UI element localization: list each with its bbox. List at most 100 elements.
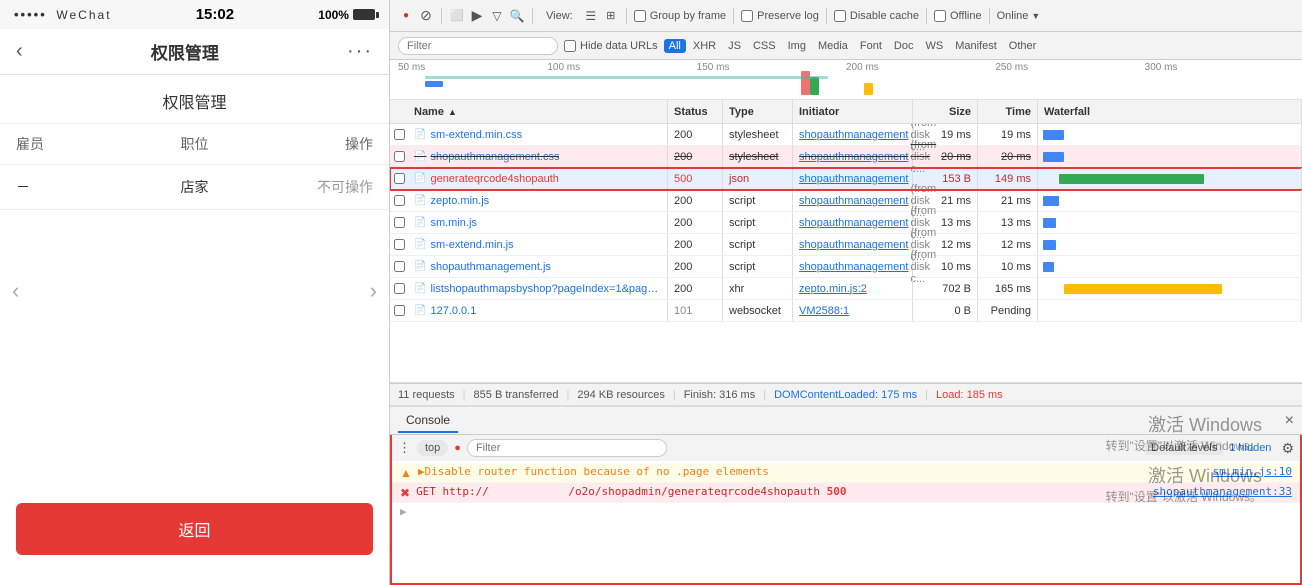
console-settings-icon[interactable]: ⚙ <box>1281 440 1294 457</box>
back-button[interactable]: 返回 <box>16 503 373 555</box>
filter-type-media[interactable]: Media <box>813 39 853 53</box>
row-checkbox[interactable] <box>394 173 405 184</box>
group-by-frame-label[interactable]: Group by frame <box>634 10 726 22</box>
row-initiator: shopauthmanagement (from disk c... <box>793 212 913 233</box>
row-time: 12 ms <box>978 234 1038 255</box>
sort-arrow: ▲ <box>448 107 457 117</box>
filter-input[interactable] <box>398 37 558 55</box>
row-status: 200 <box>668 146 723 167</box>
row-name-link[interactable]: sm-extend.min.css <box>430 129 522 141</box>
status-requests: 11 requests <box>398 389 455 401</box>
console-filter-input[interactable] <box>467 439 667 457</box>
row-time: 10 ms <box>978 256 1038 277</box>
network-row[interactable]: 📄 shopauthmanagement.js 200 script shopa… <box>390 256 1302 278</box>
console-error-source[interactable]: shopauthmanagement:33 <box>1153 485 1292 498</box>
row-checkbox[interactable] <box>394 283 405 294</box>
devtools-panel: ● ⊘ ⬜ ▶ ▽ 🔍 View: ☰ ⊞ Group by frame Pre… <box>390 0 1302 585</box>
row-initiator-link[interactable]: shopauthmanagement <box>799 129 908 141</box>
row-name-link[interactable]: zepto.min.js <box>430 195 489 207</box>
disable-cache-checkbox[interactable] <box>834 10 846 22</box>
row-type: script <box>723 234 793 255</box>
network-row[interactable]: 📄 sm.min.js 200 script shopauthmanagemen… <box>390 212 1302 234</box>
row-waterfall <box>1038 190 1302 211</box>
next-arrow-button[interactable]: › <box>362 270 385 312</box>
group-by-frame-checkbox[interactable] <box>634 10 646 22</box>
row-name: 📄 shopauthmanagement.css <box>408 146 668 167</box>
row-initiator-link[interactable]: shopauthmanagement <box>799 239 908 251</box>
row-time: 13 ms <box>978 212 1038 233</box>
preserve-log-checkbox[interactable] <box>741 10 753 22</box>
filter-button[interactable]: ▽ <box>489 8 505 24</box>
row-name-link[interactable]: sm-extend.min.js <box>430 239 513 251</box>
row-name-link[interactable]: generateqrcode4shopauth <box>430 173 558 185</box>
row-initiator-link[interactable]: shopauthmanagement <box>799 261 908 273</box>
warning-icon: ▲ <box>400 466 412 480</box>
row-name-link[interactable]: listshopauthmapsbyshop?pageIndex=1&page.… <box>430 283 661 295</box>
console-context-selector[interactable]: top <box>417 440 448 456</box>
preserve-log-label[interactable]: Preserve log <box>741 10 819 22</box>
filter-type-ws[interactable]: WS <box>920 39 948 53</box>
network-row[interactable]: 📄 zepto.min.js 200 script shopauthmanage… <box>390 190 1302 212</box>
tick-50ms: 50 ms <box>398 60 547 73</box>
offline-label[interactable]: Offline <box>934 10 982 22</box>
console-menu-icon[interactable]: ⋮ <box>398 440 411 456</box>
filter-type-font[interactable]: Font <box>855 39 887 53</box>
row-name-link[interactable]: shopauthmanagement.css <box>430 151 559 163</box>
row-checkbox[interactable] <box>394 239 405 250</box>
network-row[interactable]: 📄 listshopauthmapsbyshop?pageIndex=1&pag… <box>390 278 1302 300</box>
console-button[interactable]: ▶ <box>469 8 485 24</box>
row-name-link[interactable]: shopauthmanagement.js <box>430 261 550 273</box>
network-row[interactable]: 📄 sm-extend.min.css 200 stylesheet shopa… <box>390 124 1302 146</box>
filter-type-js[interactable]: JS <box>723 39 746 53</box>
row-initiator-link[interactable]: shopauthmanagement <box>799 151 908 163</box>
network-row[interactable]: 📄 127.0.0.1 101 websocket VM2588:1 0 B P… <box>390 300 1302 322</box>
throttle-dropdown[interactable]: Online ▼ <box>997 10 1041 22</box>
filter-type-manifest[interactable]: Manifest <box>950 39 1002 53</box>
clear-button[interactable]: ⊘ <box>418 8 434 24</box>
network-row[interactable]: 📄 shopauthmanagement.css 200 stylesheet … <box>390 146 1302 168</box>
view-list-button[interactable]: ☰ <box>583 8 599 24</box>
filter-type-other[interactable]: Other <box>1004 39 1042 53</box>
filter-type-css[interactable]: CSS <box>748 39 781 53</box>
inspect-button[interactable]: ⬜ <box>449 8 465 24</box>
filter-type-doc[interactable]: Doc <box>889 39 919 53</box>
offline-checkbox[interactable] <box>934 10 946 22</box>
console-hidden-count[interactable]: 1 hidden <box>1229 442 1271 454</box>
row-initiator: shopauthmanagement (from disk c... <box>793 234 913 255</box>
prev-arrow-button[interactable]: ‹ <box>4 270 27 312</box>
record-button[interactable]: ● <box>398 8 414 24</box>
row-checkbox[interactable] <box>394 151 405 162</box>
row-name-link[interactable]: sm.min.js <box>430 217 476 229</box>
row-checkbox[interactable] <box>394 217 405 228</box>
row-checkbox[interactable] <box>394 305 405 316</box>
filter-type-img[interactable]: Img <box>783 39 811 53</box>
row-initiator-link[interactable]: VM2588:1 <box>799 305 849 317</box>
row-checkbox[interactable] <box>394 261 405 272</box>
search-button[interactable]: 🔍 <box>509 8 525 24</box>
row-type: script <box>723 212 793 233</box>
filter-type-all[interactable]: All <box>664 39 686 53</box>
row-initiator: shopauthmanagement <box>793 168 913 189</box>
disable-cache-label[interactable]: Disable cache <box>834 10 919 22</box>
console-warning-source[interactable]: sm.min.js:10 <box>1213 465 1292 478</box>
row-checkbox[interactable] <box>394 195 405 206</box>
hide-data-urls-label[interactable]: Hide data URLs <box>564 40 658 52</box>
row-initiator-link[interactable]: shopauthmanagement <box>799 173 908 185</box>
view-grid-button[interactable]: ⊞ <box>603 8 619 24</box>
network-row[interactable]: 📄 sm-extend.min.js 200 script shopauthma… <box>390 234 1302 256</box>
row-checkbox[interactable] <box>394 129 405 140</box>
row-initiator-link[interactable]: zepto.min.js:2 <box>799 283 867 295</box>
console-error-icon: ● <box>454 442 461 454</box>
nav-back-button[interactable]: ‹ <box>16 40 23 63</box>
row-initiator-link[interactable]: shopauthmanagement <box>799 217 908 229</box>
hide-data-urls-checkbox[interactable] <box>564 40 576 52</box>
filter-type-xhr[interactable]: XHR <box>688 39 721 53</box>
network-row[interactable]: 📄 generateqrcode4shopauth 500 json shopa… <box>390 168 1302 190</box>
console-tab[interactable]: Console <box>398 409 458 433</box>
console-close-button[interactable]: × <box>1285 412 1294 430</box>
row-initiator-link[interactable]: shopauthmanagement <box>799 195 908 207</box>
row-name-link[interactable]: 127.0.0.1 <box>430 305 476 317</box>
console-default-levels[interactable]: Default levels <box>1145 441 1223 455</box>
row-size: 10 ms <box>913 256 978 277</box>
nav-more-button[interactable]: ··· <box>347 40 373 63</box>
